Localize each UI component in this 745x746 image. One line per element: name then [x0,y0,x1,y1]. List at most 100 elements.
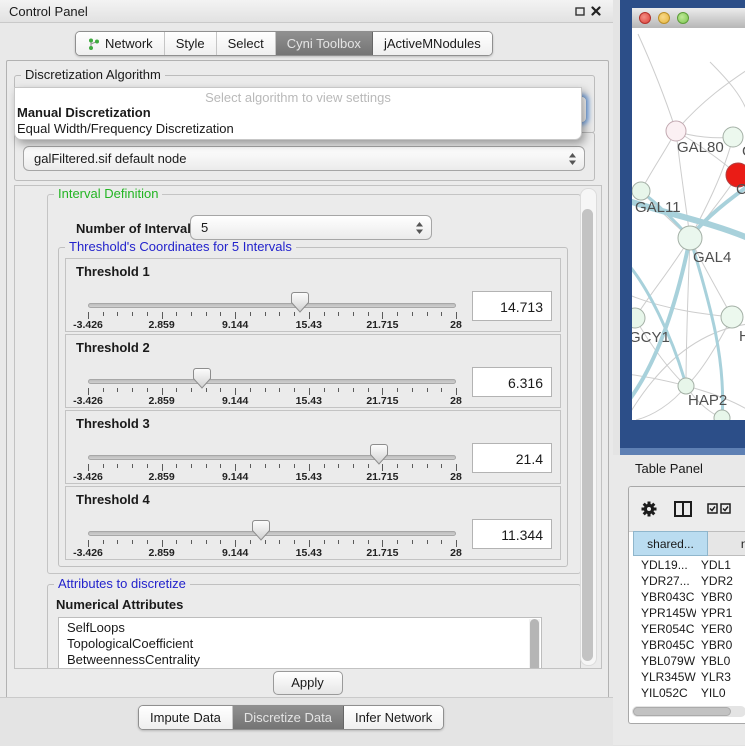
float-button[interactable] [572,3,588,19]
slider-thumb[interactable] [370,444,388,470]
attributes-list-scrollbar[interactable] [529,619,540,669]
table-row[interactable]: YIL052CYIL0 [629,686,745,702]
table-cell[interactable]: YBR0 [696,638,745,654]
threshold-value-field[interactable]: 11.344 [472,519,552,549]
table-row[interactable]: YDR27...YDR2 [629,574,745,590]
window-title: Control Panel [9,4,572,19]
table-cell[interactable]: YBL079W [633,654,696,670]
table-row[interactable]: YER054CYER0 [629,622,745,638]
table-cell[interactable]: YBR045C [633,638,696,654]
slider-track[interactable] [88,455,456,460]
node-label: GAL11 [635,199,681,216]
table-row[interactable]: YPR145WYPR1 [629,606,745,622]
apply-button[interactable]: Apply [273,671,343,695]
table-cell[interactable]: YDR2 [696,574,745,590]
bottom-tab-discretize-data[interactable]: Discretize Data [233,706,344,729]
network-node[interactable] [632,182,650,200]
table-row[interactable]: YDL19...YDL1 [629,558,745,574]
table-cell[interactable]: YPR1 [696,606,745,622]
table-row[interactable]: YBR043CYBR0 [629,590,745,606]
attribute-list-item[interactable]: TopologicalCoefficient [59,636,541,652]
slider-track[interactable] [88,531,456,536]
settings-scroll-area: Interval Definition Number of Intervals … [14,185,602,669]
tab-select[interactable]: Select [217,32,276,55]
table-row[interactable]: YBR045CYBR0 [629,638,745,654]
tab-network[interactable]: Network [76,32,165,55]
tab-jactivemnodules[interactable]: jActiveMNodules [373,32,492,55]
table-cell[interactable]: YIL052C [633,686,696,702]
tab-cyni-toolbox[interactable]: Cyni Toolbox [276,32,373,55]
scrollbar-thumb[interactable] [582,209,593,661]
network-graph[interactable]: GAL80GACGAL11GAL4GCY1HHAP2 [632,28,745,420]
slider-thumb[interactable] [193,368,211,394]
slider-scale-label: -3.426 [73,547,103,559]
panel-vertical-scrollbar[interactable] [580,188,597,666]
network-canvas[interactable]: GAL80GACGAL11GAL4GCY1HHAP2 [632,28,745,420]
threshold-slider: -3.4262.8599.14415.4321.71528 [88,335,456,407]
table-cell[interactable]: YDL19... [633,558,696,574]
number-of-intervals-combobox[interactable]: 5 [190,215,432,240]
close-traffic-light[interactable] [639,12,651,24]
tab-label: Infer Network [355,710,432,725]
table-data-combobox[interactable]: galFiltered.sif default node [23,146,585,171]
table-cell[interactable]: YLR3 [696,670,745,686]
numerical-attributes-label: Numerical Attributes [56,597,183,612]
table-cell[interactable]: YBL0 [696,654,745,670]
minimize-traffic-light[interactable] [658,12,670,24]
table-cell[interactable]: YBR0 [696,590,745,606]
node-label: GCY1 [632,329,670,346]
slider-tick [250,388,251,392]
slider-scale-label: 21.715 [366,395,398,407]
table-cell[interactable]: YDR27... [633,574,696,590]
table-cell[interactable]: YIL0 [696,686,745,702]
network-node[interactable] [632,308,645,328]
checkbox-icon[interactable] [720,503,731,514]
network-node[interactable] [714,410,730,420]
table-cell[interactable]: YER0 [696,622,745,638]
network-window: GAL80GACGAL11GAL4GCY1HHAP2 [620,0,745,448]
table-cell[interactable]: YDL1 [696,558,745,574]
network-node[interactable] [721,306,743,328]
network-node[interactable] [678,226,702,250]
table-row[interactable]: YLR345WYLR3 [629,670,745,686]
scrollbar-thumb[interactable] [633,707,731,716]
threshold-value-field[interactable]: 6.316 [472,367,552,397]
table-cell[interactable]: YBR043C [633,590,696,606]
table-cell[interactable]: YPR145W [633,606,696,622]
algorithm-option[interactable]: Manual Discretization [15,105,581,121]
slider-thumb[interactable] [252,520,270,546]
slider-track[interactable] [88,379,456,384]
attribute-list-item[interactable]: BetweennessCentrality [59,652,541,668]
slider-track[interactable] [88,303,456,308]
network-node[interactable] [666,121,686,141]
slider-scale-label: -3.426 [73,471,103,483]
bottom-tab-infer-network[interactable]: Infer Network [344,706,443,729]
slider-tick [294,388,295,392]
group-title: Threshold's Coordinates for 5 Intervals [65,240,296,254]
slider-tick [412,312,413,316]
gear-icon[interactable] [640,500,658,518]
threshold-value-field[interactable]: 21.4 [472,443,552,473]
table-horizontal-scrollbar[interactable] [632,706,745,717]
scrollbar-thumb[interactable] [530,619,539,669]
table-row[interactable]: YBL079WYBL0 [629,654,745,670]
network-node[interactable] [723,127,743,147]
float-icon [575,7,585,16]
bottom-tab-impute-data[interactable]: Impute Data [139,706,233,729]
column-header-name[interactable]: na [708,531,745,556]
table-cell[interactable]: YER054C [633,622,696,638]
threshold-value-field[interactable]: 14.713 [472,291,552,321]
algorithm-option[interactable]: Equal Width/Frequency Discretization [15,121,581,137]
tab-style[interactable]: Style [165,32,217,55]
zoom-traffic-light[interactable] [677,12,689,24]
table-cell[interactable]: YLR345W [633,670,696,686]
numerical-attributes-list[interactable]: SelfLoopsTopologicalCoefficientBetweenne… [58,617,542,669]
checkbox-icon[interactable] [707,503,718,514]
split-columns-icon[interactable] [674,501,692,517]
network-window-titlebar[interactable] [632,8,745,29]
slider-thumb[interactable] [291,292,309,318]
close-button[interactable] [588,3,604,19]
column-header-shared-name[interactable]: shared... [633,531,708,556]
group-title: Interval Definition [54,187,162,201]
attribute-list-item[interactable]: SelfLoops [59,620,541,636]
